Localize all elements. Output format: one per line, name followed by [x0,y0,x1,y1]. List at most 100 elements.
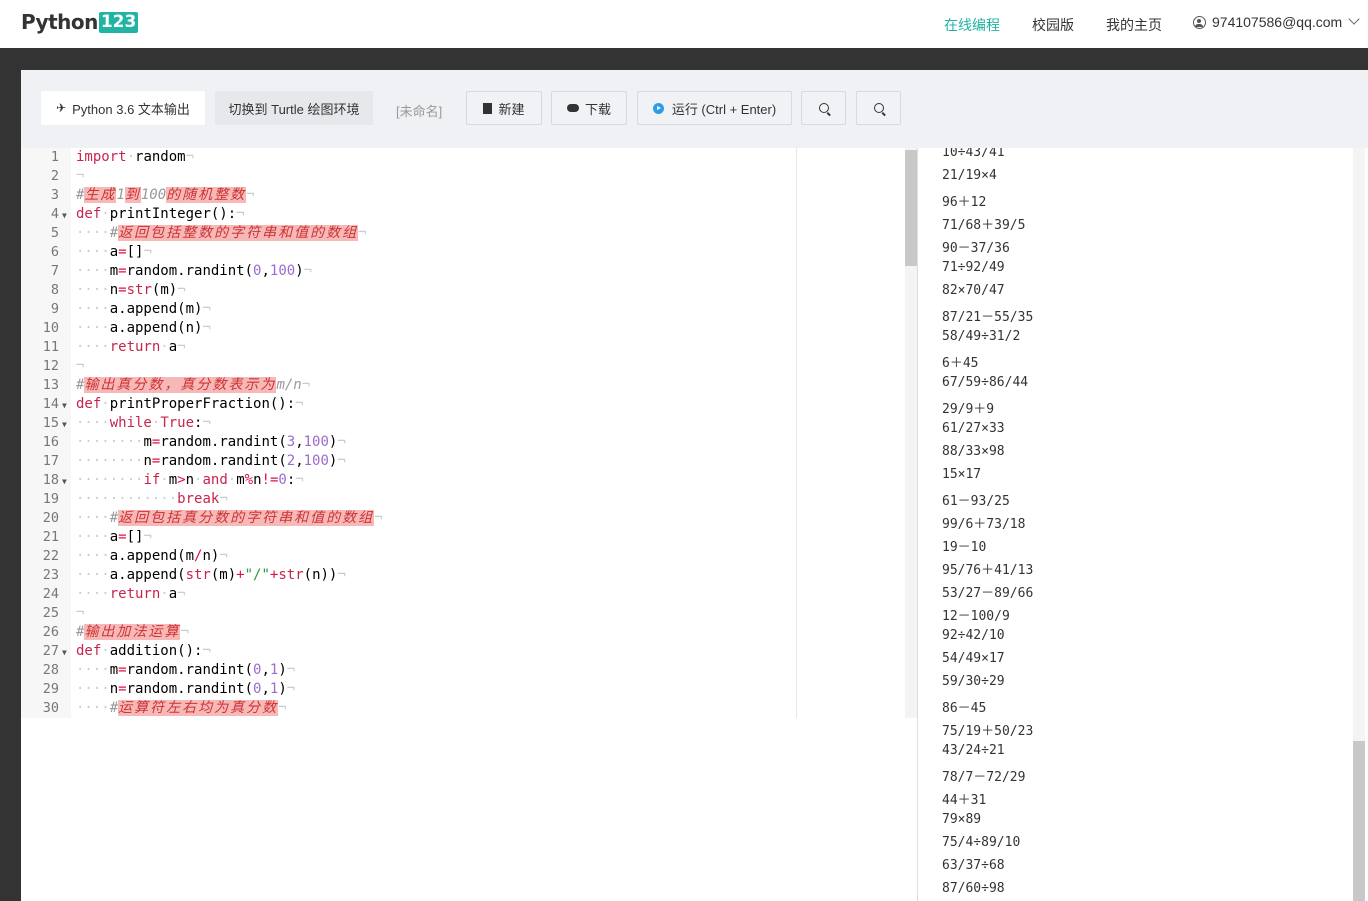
code-text: ····a.append(n)¬ [76,320,211,336]
line-number: 15 [42,415,59,431]
code-line[interactable]: 13 #输出真分数，真分数表示为m/n¬ [21,376,917,395]
output-line: 44＋31 [942,793,987,808]
output-console: 10÷43/41 21/19×4 96＋12 71/68＋39/5 90－37/36 71… [918,148,1368,901]
code-line[interactable]: 5 ····#返回包括整数的字符串和值的数组¬ [21,224,917,243]
zoom-out-button[interactable] [856,91,901,125]
code-line[interactable]: 6 ····a=[]¬ [21,243,917,262]
output-line: 61－93/25 [942,494,1010,509]
code-line[interactable]: 1 import·random¬ [21,148,917,167]
line-number: 19 [42,491,59,507]
output-line: 59/30÷29 [942,674,1005,689]
code-line[interactable]: 3 #生成1到100的随机整数¬ [21,186,917,205]
env-python-button[interactable]: ✈ Python 3.6 文本输出 [41,91,205,125]
line-number: 27 [42,643,59,659]
cloud-download-icon [566,104,579,112]
code-text: #生成1到100的随机整数¬ [76,187,255,203]
output-line: 54/49×17 [942,651,1005,666]
download-label: 下载 [584,101,611,117]
new-file-button[interactable]: 新建 [466,91,542,125]
code-line[interactable]: 12 ¬ [21,357,917,376]
editor-scrollbar-thumb[interactable] [905,150,917,266]
code-editor[interactable]: 1 import·random¬ 2 ¬ 3 #生成1到100的随机整数¬ 4 ▼ def·pr… [21,148,917,718]
output-line: 87/21－55/35 [942,310,1034,325]
output-scrollbar-thumb[interactable] [1353,741,1365,901]
user-menu[interactable]: 974107586@qq.com [1193,13,1360,30]
code-text: #输出真分数，真分数表示为m/n¬ [76,377,311,393]
line-number: 22 [42,548,59,564]
code-line[interactable]: 16 ········m=random.randint(3,100)¬ [21,433,917,452]
run-button[interactable]: 运行 (Ctrl + Enter) [637,91,792,125]
rocket-icon: ✈ [56,101,67,115]
code-line[interactable]: 7 ····m=random.randint(0,100)¬ [21,262,917,281]
code-text: ····a.append(m)¬ [76,301,211,317]
line-number: 25 [42,605,59,621]
zoom-out-icon [873,103,884,113]
code-line[interactable]: 15 ▼ ····while·True:¬ [21,414,917,433]
line-number: 28 [42,662,59,678]
code-line[interactable]: 30 ····#运算符左右均为真分数¬ [21,699,917,718]
line-number: 4 [50,206,59,222]
code-line[interactable]: 8 ····n=str(m)¬ [21,281,917,300]
code-text: import·random¬ [76,149,195,165]
line-number: 13 [42,377,59,393]
filename-label[interactable]: [未命名] [396,101,442,120]
output-line: 29/9＋9 [942,402,995,417]
code-line[interactable]: 23 ····a.append(str(m)+"/"+str(n))¬ [21,566,917,585]
user-icon [1193,15,1206,29]
line-number: 2 [50,168,59,184]
code-line[interactable]: 18 ▼ ········if·m>n·and·m%n!=0:¬ [21,471,917,490]
code-line[interactable]: 10 ····a.append(n)¬ [21,319,917,338]
output-line: 71/68＋39/5 [942,218,1026,233]
code-text: #输出加法运算¬ [76,624,189,640]
fold-toggle-icon[interactable]: ▼ [62,396,67,415]
code-text: ········n=random.randint(2,100)¬ [76,453,346,469]
code-line[interactable]: 4 ▼ def·printInteger():¬ [21,205,917,224]
output-line: 92÷42/10 [942,628,1005,643]
code-text: ····m=random.randint(0,100)¬ [76,263,313,279]
nav-link-online-coding[interactable]: 在线编程 [944,15,1000,35]
code-line[interactable]: 29 ····n=random.randint(0,1)¬ [21,680,917,699]
python123-logo[interactable]: Python 123 [21,10,139,34]
line-number: 14 [42,396,59,412]
line-number: 29 [42,681,59,697]
code-text: ········m=random.randint(3,100)¬ [76,434,346,450]
download-button[interactable]: 下载 [551,91,627,125]
zoom-in-icon [818,103,829,113]
code-text: ¬ [76,358,85,374]
code-line[interactable]: 11 ····return·a¬ [21,338,917,357]
output-line: 43/24÷21 [942,743,1005,758]
fold-toggle-icon[interactable]: ▼ [62,472,67,491]
line-number: 24 [42,586,59,602]
output-line: 58/49÷31/2 [942,329,1021,344]
line-number: 23 [42,567,59,583]
switch-turtle-button[interactable]: 切换到 Turtle 绘图环境 [215,91,373,125]
code-line[interactable]: 26 #输出加法运算¬ [21,623,917,642]
code-line[interactable]: 17 ········n=random.randint(2,100)¬ [21,452,917,471]
code-text: ············break¬ [76,491,228,507]
code-line[interactable]: 20 ····#返回包括真分数的字符串和值的数组¬ [21,509,917,528]
line-number: 10 [42,320,59,336]
code-text: ····n=random.randint(0,1)¬ [76,681,296,697]
code-text: ····while·True:¬ [76,415,211,431]
code-line[interactable]: 25 ¬ [21,604,917,623]
code-line[interactable]: 27 ▼ def·addition():¬ [21,642,917,661]
fold-toggle-icon[interactable]: ▼ [62,643,67,662]
ide-panel: ✈ Python 3.6 文本输出 切换到 Turtle 绘图环境 [未命名] … [21,70,1368,901]
code-text: ····#返回包括整数的字符串和值的数组¬ [76,225,367,241]
code-line[interactable]: 19 ············break¬ [21,490,917,509]
code-text: def·printInteger():¬ [76,206,245,222]
code-line[interactable]: 21 ····a=[]¬ [21,528,917,547]
code-line[interactable]: 22 ····a.append(m/n)¬ [21,547,917,566]
code-line[interactable]: 24 ····return·a¬ [21,585,917,604]
new-file-label: 新建 [498,101,525,117]
nav-link-my-home[interactable]: 我的主页 [1106,15,1162,35]
code-line[interactable]: 9 ····a.append(m)¬ [21,300,917,319]
zoom-in-button[interactable] [801,91,846,125]
code-line[interactable]: 14 ▼ def·printProperFraction():¬ [21,395,917,414]
fold-toggle-icon[interactable]: ▼ [62,415,67,434]
user-email: 974107586@qq.com [1212,14,1343,30]
code-line[interactable]: 28 ····m=random.randint(0,1)¬ [21,661,917,680]
code-line[interactable]: 2 ¬ [21,167,917,186]
nav-link-campus[interactable]: 校园版 [1032,15,1074,35]
fold-toggle-icon[interactable]: ▼ [62,206,67,225]
